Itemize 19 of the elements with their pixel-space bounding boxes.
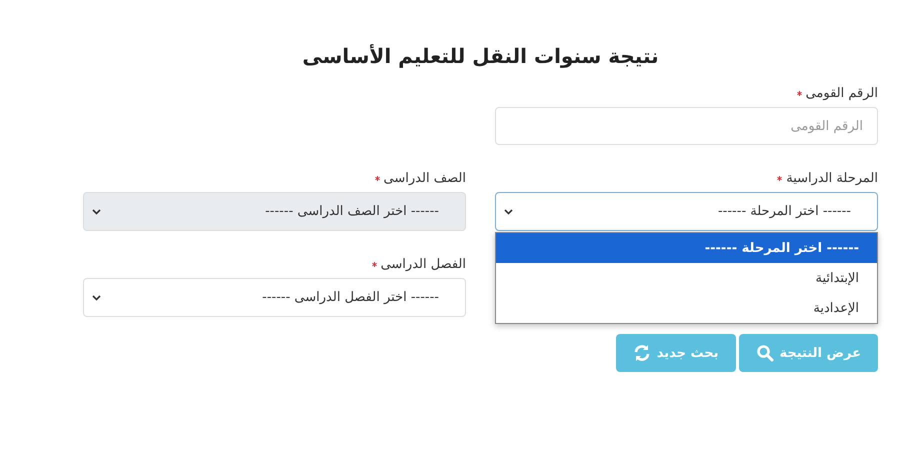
national-id-field[interactable]: الرقم القومى bbox=[495, 107, 878, 145]
chevron-down-icon bbox=[504, 208, 513, 214]
dropdown-option[interactable]: ------ اختر المرحلة ------ bbox=[496, 233, 877, 263]
chevron-down-icon bbox=[92, 208, 101, 214]
dropdown-option[interactable]: الإعدادية bbox=[496, 293, 877, 323]
dropdown-value: ------ اختر المرحلة ------ bbox=[718, 204, 851, 219]
field-label: المرحلة الدراسية bbox=[786, 171, 878, 186]
field-label: الرقم القومى bbox=[806, 86, 878, 101]
search-icon bbox=[756, 344, 774, 362]
dropdown-field[interactable]: ------ اختر المرحلة ------ bbox=[495, 192, 878, 231]
dropdown-value: ------ اختر الفصل الدراسى ------ bbox=[262, 290, 439, 305]
field-label: الصف الدراسى bbox=[384, 171, 466, 186]
chevron-down-icon bbox=[92, 294, 101, 300]
dropdown-field[interactable]: ------ اختر الفصل الدراسى ------ bbox=[83, 278, 466, 317]
dropdown-value: ------ اختر الصف الدراسى ------ bbox=[265, 204, 439, 219]
refresh-icon bbox=[632, 344, 651, 362]
field-label: الفصل الدراسى bbox=[380, 257, 466, 272]
dropdown-option[interactable]: الإبتدائية bbox=[496, 263, 877, 293]
page-title: نتيجة سنوات النقل للتعليم الأساسى bbox=[302, 44, 659, 68]
